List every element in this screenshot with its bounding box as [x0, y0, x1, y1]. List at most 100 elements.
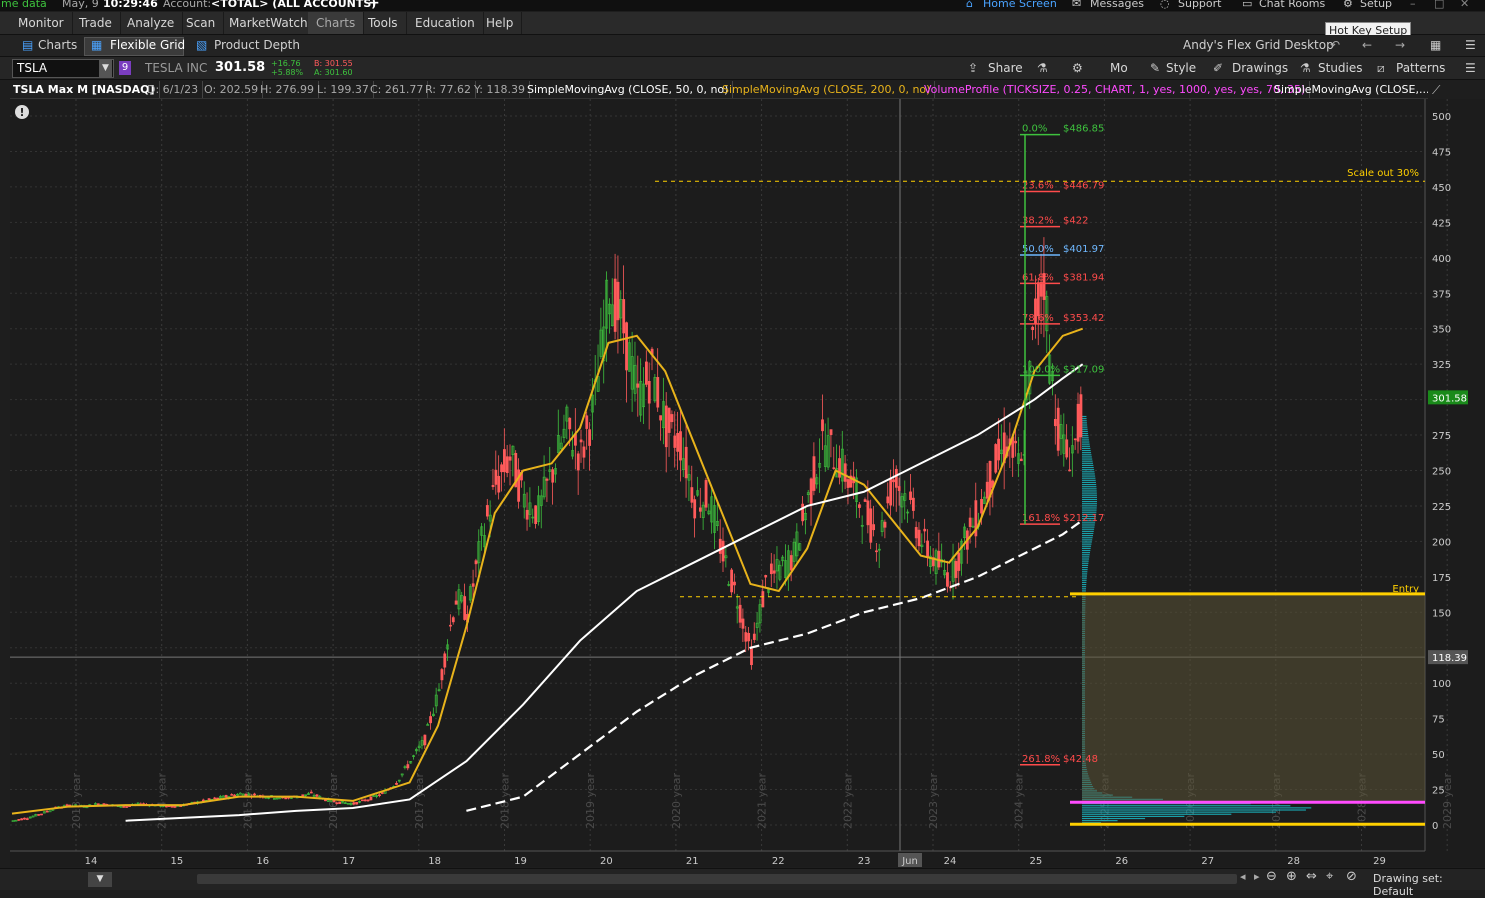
horizontal-scrollbar[interactable]	[197, 874, 1237, 884]
price-chart[interactable]: 2013 year 2014 year 2015 year 2016 year 2017…	[10, 99, 1485, 867]
zoom-fit-icon[interactable]: ⇔	[1306, 869, 1317, 884]
bar-date: D: 6/1/23	[147, 81, 204, 98]
study-sma50[interactable]: SimpleMovingAvg (CLOSE, 50, 0, no)	[527, 81, 734, 98]
candle-body	[1079, 394, 1083, 438]
chat-icon[interactable]: ▭	[1242, 0, 1252, 10]
symbol-input[interactable]: TSLA	[17, 60, 47, 77]
style-icon[interactable]: ✎	[1150, 59, 1160, 77]
year-label: 2015 year	[241, 772, 254, 829]
year-label: 2013 year	[70, 772, 83, 829]
menu-tools[interactable]: Tools	[360, 12, 407, 34]
settings-gear-icon[interactable]: ⚙	[1072, 59, 1083, 77]
candle-body	[997, 438, 1000, 461]
candle-body	[315, 794, 319, 797]
minimize-icon[interactable]: –	[1410, 0, 1416, 10]
candle-body	[471, 583, 475, 587]
symbol-toolbar: TSLA ▼ 9 TESLA INC 301.58 +16.76 +5.88% …	[0, 57, 1485, 80]
candle-body	[894, 468, 898, 488]
add-account-button[interactable]: +	[368, 0, 380, 11]
support-link[interactable]: Support	[1178, 0, 1221, 10]
menu-scan[interactable]: Scan	[178, 12, 225, 34]
share-button[interactable]: Share	[988, 59, 1023, 77]
undo-icon[interactable]: ↶	[1330, 37, 1340, 54]
candle-body	[125, 806, 129, 808]
support-icon[interactable]: ◌	[1160, 0, 1170, 10]
candle-body	[491, 484, 495, 487]
desktop-name[interactable]: Andy's Flex Grid Desktop	[1183, 37, 1334, 54]
menu-marketwatch[interactable]: MarketWatch	[221, 12, 317, 34]
maximize-icon[interactable]: □	[1434, 0, 1444, 10]
home-screen-link[interactable]: Home Screen	[983, 0, 1057, 10]
messages-link[interactable]: Messages	[1090, 0, 1144, 10]
style-button[interactable]: Style	[1166, 59, 1196, 77]
zoom-in-icon[interactable]: ⊕	[1286, 869, 1297, 884]
bar-open: O: 202.59	[204, 81, 264, 98]
menu-monitor[interactable]: Monitor	[10, 12, 73, 34]
candle-body	[366, 799, 370, 802]
studies-icon[interactable]: ⚗	[1300, 59, 1311, 77]
current-price-label: 301.58	[1432, 393, 1467, 404]
back-arrow-icon[interactable]: ←	[1362, 37, 1372, 54]
patterns-button[interactable]: Patterns	[1396, 59, 1445, 77]
volume-profile-bar	[1082, 443, 1090, 445]
candle-body	[579, 439, 583, 443]
menu-trade[interactable]: Trade	[71, 12, 121, 34]
volume-profile-bar	[1082, 503, 1097, 505]
share-icon[interactable]: ⇪	[968, 59, 978, 77]
candle-body	[994, 444, 998, 473]
study-sma200[interactable]: SimpleMovingAvg (CLOSE, 200, 0, no)	[722, 81, 936, 98]
flask-icon[interactable]: ⚗	[1037, 59, 1048, 77]
candle-body	[980, 498, 983, 514]
expand-panel-icon[interactable]: ▼	[88, 872, 112, 887]
volume-profile-bar	[1082, 498, 1097, 501]
menu-help[interactable]: Help	[478, 12, 523, 34]
symbol-input-box[interactable]: TSLA ▼	[12, 59, 114, 78]
chart-menu-icon[interactable]: ☰	[1465, 59, 1476, 77]
candle-body	[25, 818, 29, 820]
close-icon[interactable]: ✕	[1460, 0, 1469, 10]
patterns-icon[interactable]: ⧄	[1377, 59, 1385, 77]
drawings-icon[interactable]: ✐	[1213, 59, 1223, 77]
candle-body	[883, 521, 887, 528]
studies-button[interactable]: Studies	[1318, 59, 1363, 77]
drawing-tool-icon[interactable]: ⊘	[1346, 869, 1357, 884]
menu-charts[interactable]: Charts	[308, 12, 365, 34]
candle-body	[954, 561, 958, 578]
volume-profile-bar	[1082, 456, 1092, 458]
candle-body	[213, 797, 217, 800]
volume-profile-bar	[1082, 447, 1091, 450]
forward-arrow-icon[interactable]: →	[1395, 37, 1405, 54]
menu-education[interactable]: Education	[407, 12, 484, 34]
scroll-left-icon[interactable]: ◂	[1240, 870, 1246, 883]
scroll-right-icon[interactable]: ▸	[1254, 870, 1260, 883]
link-group-icon[interactable]: 9	[119, 61, 131, 75]
candle-body	[923, 528, 927, 532]
period-selector[interactable]: Mo	[1110, 59, 1128, 77]
symbol-dropdown-icon[interactable]: ▼	[99, 60, 112, 77]
menu-lines-icon[interactable]: ☰	[1465, 37, 1476, 54]
drawing-set-label[interactable]: Drawing set: Default	[1373, 872, 1485, 898]
account-selector[interactable]: <TOTAL> (ALL ACCOUNTS)	[211, 0, 376, 10]
menu-analyze[interactable]: Analyze	[119, 12, 184, 34]
candle-body	[551, 469, 555, 483]
drawings-button[interactable]: Drawings	[1232, 59, 1288, 77]
candle-body	[752, 633, 756, 640]
setup-link[interactable]: Setup	[1360, 0, 1392, 10]
chat-rooms-link[interactable]: Chat Rooms	[1259, 0, 1325, 10]
home-screen-icon[interactable]: ⌂	[966, 0, 973, 10]
volume-profile-bar	[1082, 494, 1097, 496]
year-label: 2017 year	[413, 772, 426, 829]
zoom-out-icon[interactable]: ⊖	[1266, 869, 1277, 884]
candle-body	[332, 800, 336, 803]
fib-level-pct: 161.8%	[1022, 513, 1060, 524]
messages-icon[interactable]: ✉	[1072, 0, 1081, 10]
volume-profile-bar	[1082, 588, 1087, 590]
tab-product-depth[interactable]: Product Depth	[214, 37, 300, 54]
tab-charts[interactable]: Charts	[38, 37, 77, 54]
trend-tool-icon[interactable]: ⟋	[1432, 83, 1440, 98]
setup-gear-icon[interactable]: ⚙	[1343, 0, 1353, 10]
crosshair-icon[interactable]: ⌖	[1326, 869, 1333, 884]
study-volume-profile[interactable]: VolumeProfile (TICKSIZE, 0.25, CHART, 1,…	[924, 81, 1311, 98]
grid-layout-icon[interactable]: ▦	[1430, 37, 1441, 54]
study-sma-more[interactable]: SimpleMovingAvg (CLOSE,...	[1274, 81, 1428, 98]
